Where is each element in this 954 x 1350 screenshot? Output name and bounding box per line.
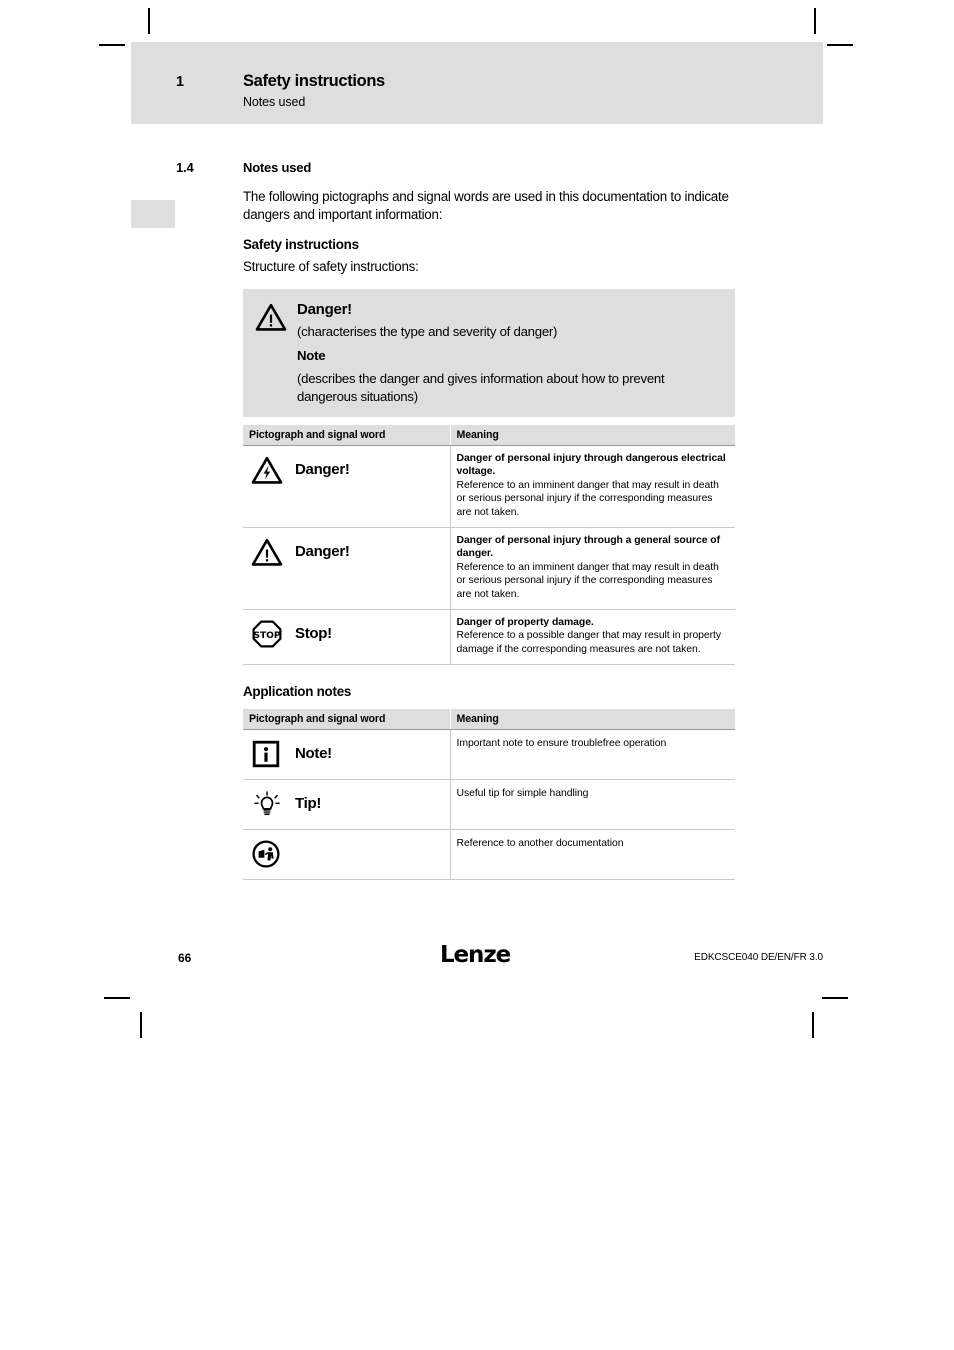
callout-note-label: Note bbox=[297, 347, 326, 363]
meaning-title: Danger of personal injury through a gene… bbox=[456, 535, 721, 560]
table-row: Danger! Danger of personal injury throug… bbox=[243, 527, 735, 611]
signal-word: Danger! bbox=[295, 543, 350, 561]
meaning-title: Danger of property damage. bbox=[456, 617, 594, 629]
pictograph-cell: Danger! bbox=[243, 445, 451, 529]
pictograph-cell: Note! bbox=[243, 729, 451, 780]
pictograph-cell: STOP Stop! bbox=[243, 609, 451, 666]
safety-instructions-heading: Safety instructions bbox=[243, 237, 359, 252]
svg-text:STOP: STOP bbox=[253, 630, 281, 641]
callout-description: (characterises the type and severity of … bbox=[297, 324, 558, 339]
crop-mark-top-right-vertical bbox=[814, 8, 816, 34]
crop-mark-bottom-left-horizontal bbox=[104, 997, 130, 999]
column-header-pictograph: Pictograph and signal word bbox=[243, 708, 450, 730]
lightbulb-icon bbox=[251, 789, 291, 819]
crop-mark-top-left-vertical bbox=[148, 8, 150, 34]
signal-word: Danger! bbox=[295, 461, 350, 479]
table-header-row: Pictograph and signal word Meaning bbox=[243, 708, 735, 730]
table-row: Danger! Danger of personal injury throug… bbox=[243, 445, 735, 529]
stop-octagon-icon: STOP bbox=[251, 619, 291, 649]
margin-thumb-tab bbox=[131, 200, 175, 228]
table-row: Note! Important note to ensure troublefr… bbox=[243, 729, 735, 780]
callout-signal-word: Danger! bbox=[297, 301, 352, 318]
read-documentation-icon bbox=[251, 839, 291, 869]
callout-note-text: (describes the danger and gives informat… bbox=[297, 371, 665, 404]
signal-word: Tip! bbox=[295, 795, 322, 813]
crop-mark-top-left-horizontal bbox=[99, 44, 125, 46]
table-header-row: Pictograph and signal word Meaning bbox=[243, 425, 735, 446]
pictograph-cell: Danger! bbox=[243, 527, 451, 611]
column-header-pictograph: Pictograph and signal word bbox=[243, 425, 450, 446]
high-voltage-triangle-icon bbox=[251, 456, 291, 485]
signal-word: Note! bbox=[295, 745, 332, 763]
warning-triangle-icon bbox=[255, 301, 297, 337]
section-title: Notes used bbox=[243, 160, 312, 175]
crop-mark-bottom-left-vertical bbox=[140, 1012, 142, 1038]
footer-page-number: 66 bbox=[178, 951, 192, 965]
section-number: 1.4 bbox=[176, 160, 194, 175]
footer-document-id: EDKCSCE040 DE/EN/FR 3.0 bbox=[694, 952, 823, 963]
crop-mark-bottom-right-horizontal bbox=[822, 997, 848, 999]
crop-mark-top-right-horizontal bbox=[827, 44, 853, 46]
meaning-text: Reference to an imminent danger that may… bbox=[456, 479, 719, 518]
column-header-meaning: Meaning bbox=[449, 425, 735, 446]
crop-mark-bottom-right-vertical bbox=[812, 1012, 814, 1038]
meaning-text: Reference to a possible danger that may … bbox=[456, 630, 722, 655]
meaning-title: Danger of personal injury through danger… bbox=[456, 453, 726, 478]
safety-pictograph-table: Pictograph and signal word Meaning Dange… bbox=[243, 425, 735, 666]
meaning-cell: Reference to another documentation bbox=[450, 829, 735, 880]
body-column: The following pictographs and signal wor… bbox=[243, 188, 735, 880]
meaning-cell: Important note to ensure troublefree ope… bbox=[450, 729, 735, 780]
pictograph-cell bbox=[243, 829, 451, 880]
intro-paragraph: The following pictographs and signal wor… bbox=[243, 189, 729, 222]
meaning-cell: Danger of personal injury through danger… bbox=[450, 445, 735, 529]
lenze-logo: Lenze bbox=[440, 942, 511, 968]
meaning-cell: Useful tip for simple handling bbox=[450, 779, 735, 830]
meaning-cell: Danger of personal injury through a gene… bbox=[450, 527, 735, 611]
table-row: Tip! Useful tip for simple handling bbox=[243, 779, 735, 830]
application-notes-heading: Application notes bbox=[243, 684, 352, 700]
header-subtitle: Notes used bbox=[243, 95, 306, 109]
meaning-text: Reference to an imminent danger that may… bbox=[456, 561, 719, 600]
safety-instructions-subtext: Structure of safety instructions: bbox=[243, 258, 419, 274]
page-header-band bbox=[131, 42, 823, 124]
pictograph-cell: Tip! bbox=[243, 779, 451, 830]
table-row: Reference to another documentation bbox=[243, 829, 735, 880]
signal-word: Stop! bbox=[295, 625, 332, 643]
danger-callout-body: Danger! (characterises the type and seve… bbox=[297, 301, 721, 405]
table-row: STOP Stop! Danger of property damage. Re… bbox=[243, 609, 735, 666]
header-title: Safety instructions bbox=[243, 72, 385, 90]
danger-callout-box: Danger! (characterises the type and seve… bbox=[243, 289, 735, 417]
header-chapter-number: 1 bbox=[176, 74, 184, 90]
application-notes-table: Pictograph and signal word Meaning Note!… bbox=[243, 708, 735, 880]
warning-triangle-icon bbox=[251, 538, 291, 567]
meaning-cell: Danger of property damage. Reference to … bbox=[450, 609, 735, 666]
column-header-meaning: Meaning bbox=[449, 708, 735, 730]
info-square-icon bbox=[251, 739, 291, 769]
